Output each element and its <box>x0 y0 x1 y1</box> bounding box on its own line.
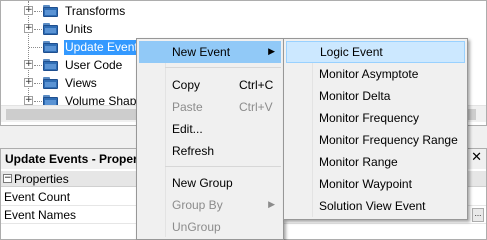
menu-item-label: Solution View Event <box>319 199 426 213</box>
menu-item-monitor-delta[interactable]: Monitor Delta <box>286 85 465 107</box>
menu-item-label: Logic Event <box>320 45 383 59</box>
folder-icon <box>43 59 58 71</box>
tree-item-label: Units <box>65 22 93 36</box>
expand-icon[interactable]: + <box>24 96 33 105</box>
menu-item-label: New Event <box>172 45 231 59</box>
folder-icon <box>43 77 58 89</box>
tree-item-transforms[interactable]: + Transforms <box>1 2 301 20</box>
menu-item-new-group[interactable]: New Group <box>139 172 281 194</box>
tree-connector <box>34 29 42 30</box>
tree-connector <box>34 65 42 66</box>
tree-item-label: User Code <box>65 58 123 72</box>
menu-separator <box>165 67 281 68</box>
submenu-arrow-icon: ▶ <box>268 47 275 57</box>
submenu-arrow-icon: ▶ <box>268 200 275 210</box>
menu-item-label: Edit... <box>172 122 203 136</box>
close-icon[interactable]: ✕ <box>471 151 482 165</box>
menu-item-copy[interactable]: Copy Ctrl+C <box>139 74 281 96</box>
expand-icon[interactable]: + <box>24 78 33 87</box>
category-label: Properties <box>14 172 69 186</box>
menu-item-label: Monitor Range <box>319 155 398 169</box>
tree-item-label: Views <box>65 76 97 90</box>
ellipsis-button[interactable]: ... <box>472 208 484 222</box>
menu-item-label: Paste <box>172 100 203 114</box>
menu-item-label: Monitor Delta <box>319 89 391 103</box>
menu-item-refresh[interactable]: Refresh <box>139 140 281 162</box>
menu-shortcut: Ctrl+V <box>239 100 273 114</box>
menu-item-monitor-frequency-range[interactable]: Monitor Frequency Range <box>286 129 465 151</box>
menu-separator <box>165 166 281 167</box>
menu-item-monitor-asymptote[interactable]: Monitor Asymptote <box>286 63 465 85</box>
menu-item-label: Copy <box>172 78 201 92</box>
expand-icon[interactable]: + <box>24 24 33 33</box>
menu-item-label: Monitor Waypoint <box>319 177 412 191</box>
tree-connector <box>34 83 42 84</box>
tree-connector <box>34 11 42 12</box>
tree-connector <box>29 47 42 48</box>
tree-item-units[interactable]: + Units <box>1 20 301 38</box>
menu-item-logic-event[interactable]: Logic Event <box>286 41 465 63</box>
menu-item-monitor-waypoint[interactable]: Monitor Waypoint <box>286 173 465 195</box>
expand-icon[interactable]: + <box>24 60 33 69</box>
menu-item-label: Refresh <box>172 144 215 158</box>
context-menu: New Event ▶ Copy Ctrl+C Paste Ctrl+V Edi… <box>136 38 284 240</box>
menu-item-label: Monitor Asymptote <box>319 67 419 81</box>
folder-icon <box>43 41 58 53</box>
folder-icon <box>43 23 58 35</box>
menu-item-label: Monitor Frequency Range <box>319 133 458 147</box>
tree-item-label: Transforms <box>65 4 126 18</box>
menu-item-edit[interactable]: Edit... <box>139 118 281 140</box>
menu-item-group-by[interactable]: Group By ▶ <box>139 194 281 216</box>
tree-connector <box>34 101 42 102</box>
menu-item-paste[interactable]: Paste Ctrl+V <box>139 96 281 118</box>
expand-icon[interactable]: + <box>24 6 33 15</box>
menu-item-label: Group By <box>172 198 223 212</box>
menu-item-solution-view-event[interactable]: Solution View Event <box>286 195 465 217</box>
new-event-submenu: Logic Event Monitor Asymptote Monitor De… <box>283 38 468 220</box>
property-name: Event Names <box>4 208 77 222</box>
menu-shortcut: Ctrl+C <box>239 78 274 92</box>
tree-item-label: Update Events <box>64 40 145 55</box>
collapse-icon[interactable]: − <box>3 174 12 183</box>
menu-item-label: New Group <box>172 176 233 190</box>
menu-item-label: UnGroup <box>172 220 221 234</box>
property-name: Event Count <box>4 190 71 204</box>
menu-item-label: Monitor Frequency <box>319 111 420 125</box>
menu-item-monitor-frequency[interactable]: Monitor Frequency <box>286 107 465 129</box>
menu-item-monitor-range[interactable]: Monitor Range <box>286 151 465 173</box>
menu-item-new-event[interactable]: New Event ▶ <box>139 41 281 63</box>
menu-item-ungroup[interactable]: UnGroup <box>139 216 281 238</box>
folder-icon <box>43 5 58 17</box>
